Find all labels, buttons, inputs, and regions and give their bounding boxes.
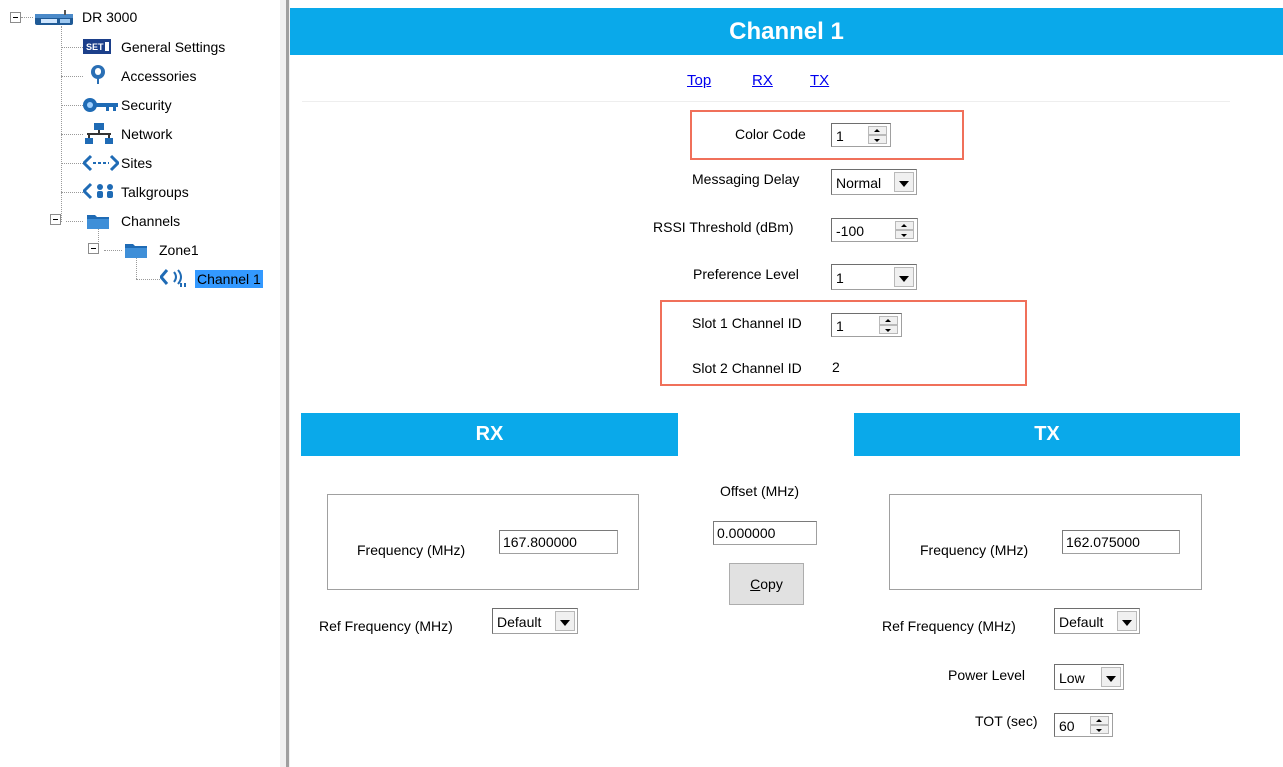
folder-icon xyxy=(87,215,109,229)
chevron-down-icon[interactable] xyxy=(1117,611,1137,631)
tree-item-sites[interactable]: Sites xyxy=(119,152,154,174)
nav-link-tx[interactable]: TX xyxy=(810,72,829,89)
preference-level-label: Preference Level xyxy=(693,266,799,282)
zone-folder-icon xyxy=(125,244,147,258)
page-title: Channel 1 xyxy=(729,17,844,45)
tree-item-label: Channels xyxy=(121,213,181,229)
nav-divider xyxy=(302,101,1230,102)
spin-down-icon[interactable] xyxy=(879,325,898,334)
tree-item-zone[interactable]: Zone1 xyxy=(157,239,201,261)
nav-link-rx[interactable]: RX xyxy=(752,72,773,89)
tx-frequency-input[interactable] xyxy=(1062,530,1180,554)
tree-root-item[interactable]: DR 3000 xyxy=(80,6,139,28)
rssi-threshold-value: -100 xyxy=(836,223,865,239)
spin-up-icon[interactable] xyxy=(895,221,914,230)
tree-item-accessories[interactable]: Accessories xyxy=(119,65,198,87)
tot-label: TOT (sec) xyxy=(975,713,1038,729)
tree-root-label: DR 3000 xyxy=(82,9,138,25)
messaging-delay-value: Normal xyxy=(836,175,882,191)
page-title-bar: Channel 1 xyxy=(290,8,1283,55)
power-level-label: Power Level xyxy=(948,667,1026,683)
slot1-channel-id-value: 1 xyxy=(836,318,844,334)
tree-item-talkgroups[interactable]: Talkgroups xyxy=(119,181,191,203)
color-code-value: 1 xyxy=(836,128,844,144)
rx-ref-frequency-label: Ref Frequency (MHz) xyxy=(319,618,453,634)
spin-down-icon[interactable] xyxy=(868,135,887,144)
repeater-icon xyxy=(35,10,73,25)
copy-button-mnemonic: C xyxy=(750,576,761,592)
tree-item-label-selected: Channel 1 xyxy=(195,270,263,288)
tree-item-channels[interactable]: Channels xyxy=(119,210,182,232)
tx-frequency-label: Frequency (MHz) xyxy=(920,542,1029,558)
offset-input[interactable] xyxy=(713,521,817,545)
power-level-value: Low xyxy=(1059,670,1085,686)
tx-ref-frequency-label: Ref Frequency (MHz) xyxy=(882,618,1016,634)
spin-up-icon[interactable] xyxy=(1090,716,1109,725)
rx-frequency-label: Frequency (MHz) xyxy=(357,542,466,558)
rx-frequency-input[interactable] xyxy=(499,530,618,554)
spin-down-icon[interactable] xyxy=(895,230,914,239)
tx-ref-frequency-value: Default xyxy=(1059,614,1104,630)
offset-label: Offset (MHz) xyxy=(720,483,800,499)
slot1-channel-id-label: Slot 1 Channel ID xyxy=(692,315,802,331)
highlight-color-code xyxy=(690,110,964,160)
slot2-channel-id-value: 2 xyxy=(832,359,840,375)
preference-level-select[interactable]: 1 xyxy=(831,264,917,290)
pane-splitter[interactable] xyxy=(280,0,290,767)
tree-item-label: Network xyxy=(121,126,173,142)
chevron-down-icon[interactable] xyxy=(894,267,914,287)
tree-item-security[interactable]: Security xyxy=(119,94,174,116)
spin-down-icon[interactable] xyxy=(1090,725,1109,734)
key-icon xyxy=(83,98,118,112)
tree-item-channel-1[interactable]: Channel 1 xyxy=(195,268,263,290)
rssi-threshold-label: RSSI Threshold (dBm) xyxy=(653,219,794,235)
tot-spinner[interactable]: 60 xyxy=(1054,713,1113,737)
tot-value: 60 xyxy=(1059,718,1075,734)
chevron-down-icon[interactable] xyxy=(1101,667,1121,687)
tree-item-label: Accessories xyxy=(121,68,197,84)
color-code-label: Color Code xyxy=(735,126,806,142)
rx-section-header: RX xyxy=(301,413,678,456)
network-icon xyxy=(85,123,113,144)
tx-section-header: TX xyxy=(854,413,1240,456)
tree-item-label: General Settings xyxy=(121,39,226,55)
preference-level-value: 1 xyxy=(836,270,844,286)
slot2-channel-id-label: Slot 2 Channel ID xyxy=(692,360,802,376)
channel-icon xyxy=(160,269,186,287)
copy-button-label: opy xyxy=(760,576,783,592)
tree-item-general-settings[interactable]: General Settings xyxy=(119,36,227,58)
settings-icon: SET xyxy=(83,39,111,54)
chevron-down-icon[interactable] xyxy=(894,172,914,192)
spin-up-icon[interactable] xyxy=(879,316,898,325)
accessories-icon xyxy=(91,65,105,84)
spin-up-icon[interactable] xyxy=(868,126,887,135)
tx-section-title: TX xyxy=(1034,423,1060,445)
talkgroups-icon xyxy=(83,182,113,200)
zone-collapse-toggle[interactable] xyxy=(88,243,99,254)
tree-item-label: Zone1 xyxy=(159,242,199,258)
tree-item-label: Talkgroups xyxy=(121,184,189,200)
tree-item-label: Sites xyxy=(121,155,153,171)
messaging-delay-select[interactable]: Normal xyxy=(831,169,917,195)
rx-ref-frequency-value: Default xyxy=(497,614,542,630)
rx-section-title: RX xyxy=(475,423,504,445)
device-tree[interactable]: DR 3000 SET General Settings Accessories… xyxy=(0,0,280,767)
nav-link-top[interactable]: Top xyxy=(687,72,711,89)
color-code-spinner[interactable]: 1 xyxy=(831,123,891,147)
copy-button[interactable]: Copy xyxy=(729,563,804,605)
sites-icon xyxy=(83,154,119,172)
root-collapse-toggle[interactable] xyxy=(10,12,21,23)
chevron-down-icon[interactable] xyxy=(555,611,575,631)
channels-collapse-toggle[interactable] xyxy=(50,214,61,225)
tree-item-network[interactable]: Network xyxy=(119,123,174,145)
power-level-select[interactable]: Low xyxy=(1054,664,1124,690)
tree-item-label: Security xyxy=(121,97,172,113)
rx-ref-frequency-select[interactable]: Default xyxy=(492,608,578,634)
rssi-threshold-spinner[interactable]: -100 xyxy=(831,218,918,242)
messaging-delay-label: Messaging Delay xyxy=(692,171,800,187)
svg-text:SET: SET xyxy=(86,42,104,52)
tx-ref-frequency-select[interactable]: Default xyxy=(1054,608,1140,634)
slot1-channel-id-spinner[interactable]: 1 xyxy=(831,313,902,337)
